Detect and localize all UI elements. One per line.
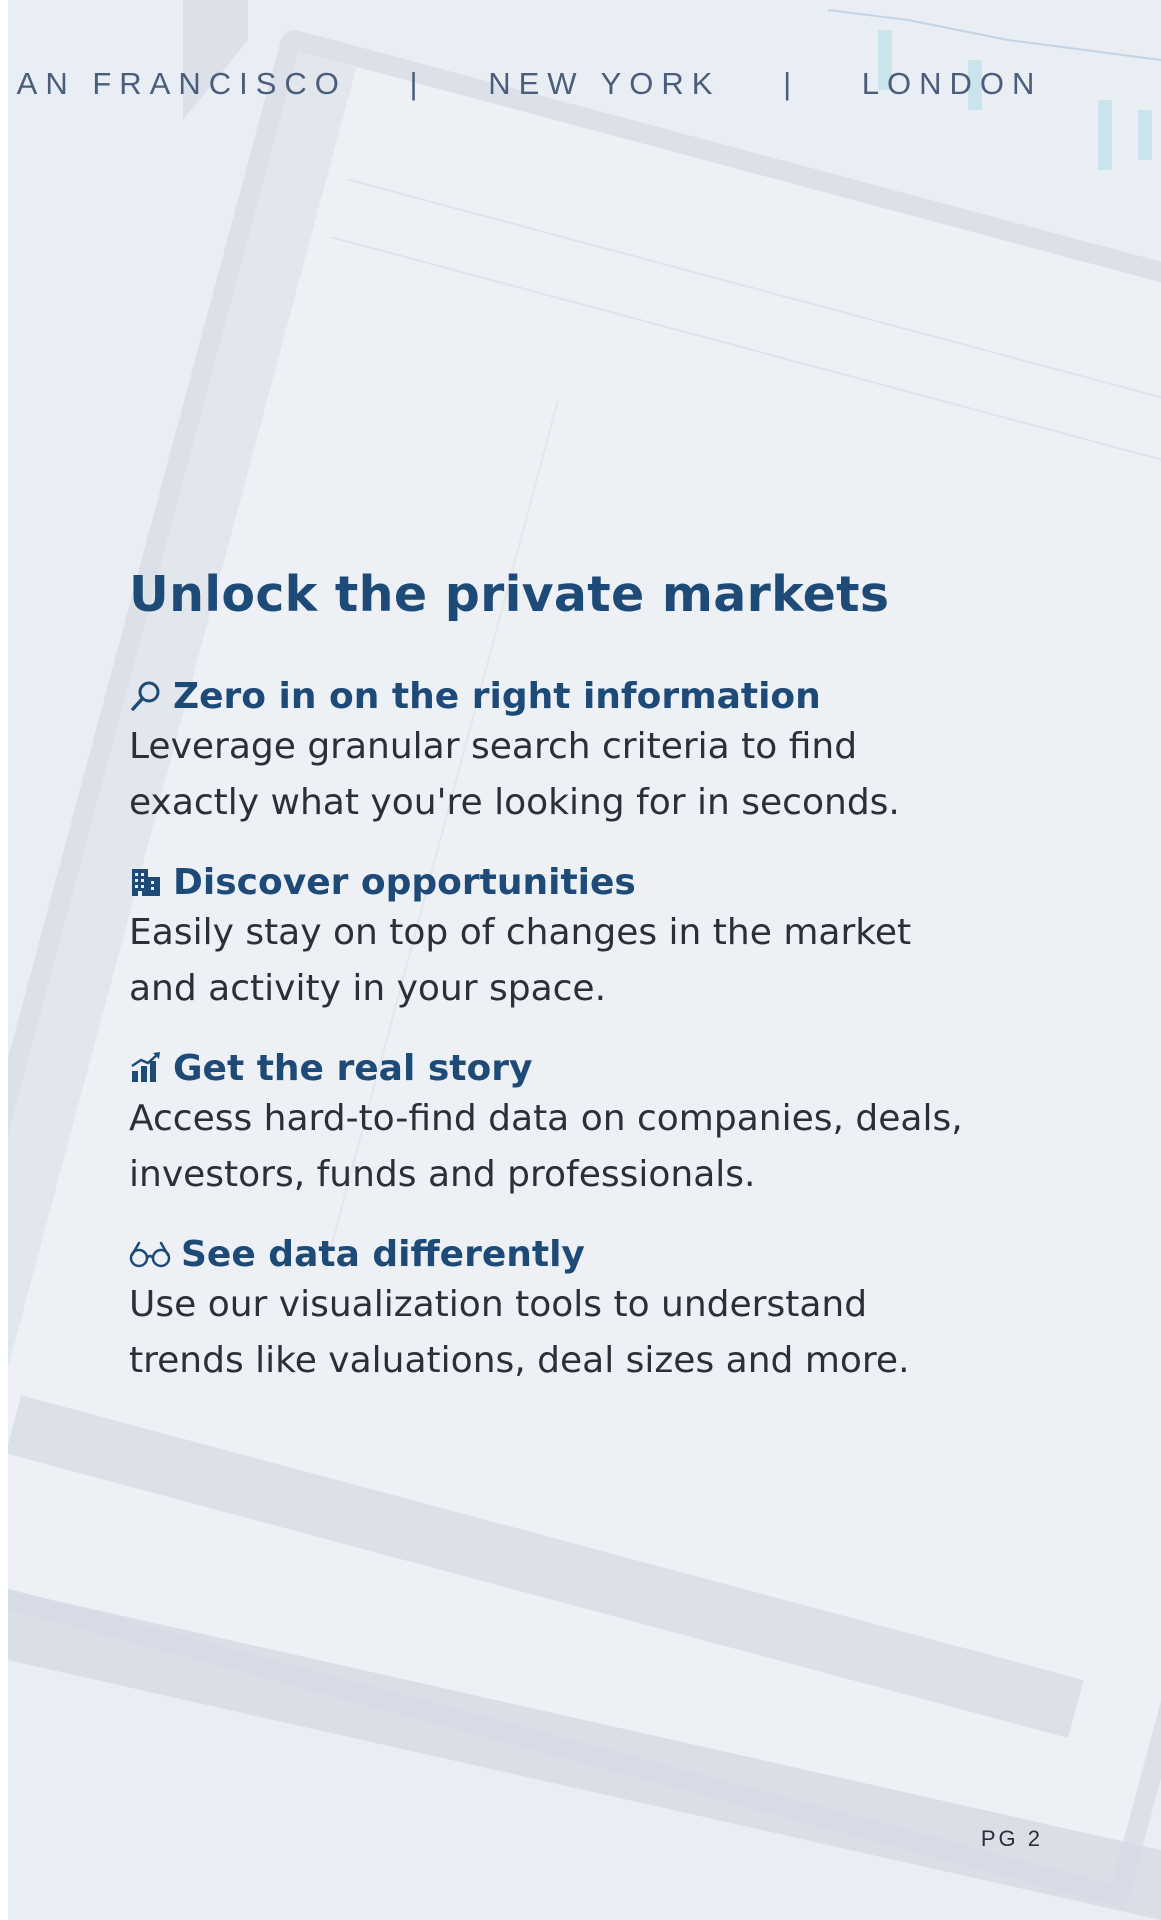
city-separator: | [409,66,426,101]
glasses-icon [129,1237,171,1271]
feature-title: Discover opportunities [173,861,636,903]
growth-chart-icon [129,1051,163,1085]
feature-description: Access hard-to-find data on companies, d… [129,1098,963,1195]
page-headline: Unlock the private markets [129,566,890,623]
feature-section: Unlock the private markets Zero in on th… [129,566,1029,1417]
feature-item: See data differently Use our visualizati… [129,1231,1029,1389]
magnifier-icon [129,679,163,713]
city-separator: | [783,66,800,101]
city-new-york: NEW YORK [488,66,721,101]
brochure-page: SAN FRANCISCO | NEW YORK | LONDON Unlock… [8,0,1161,1920]
building-icon [129,865,163,899]
feature-item: Zero in on the right information Leverag… [129,673,1029,831]
city-san-francisco: SAN FRANCISCO [8,66,347,101]
feature-title: Zero in on the right information [173,675,821,717]
feature-description: Leverage granular search criteria to fin… [129,726,900,823]
feature-item: Get the real story Access hard-to-find d… [129,1045,1029,1203]
city-list: SAN FRANCISCO | NEW YORK | LONDON [8,66,1088,102]
feature-title: Get the real story [173,1047,533,1089]
page-number: PG 2 [980,1826,1043,1851]
feature-item: Discover opportunities Easily stay on to… [129,859,1029,1017]
feature-description: Easily stay on top of changes in the mar… [129,912,912,1009]
feature-title: See data differently [181,1233,585,1275]
city-london: LONDON [861,66,1043,101]
feature-description: Use our visualization tools to understan… [129,1284,910,1381]
